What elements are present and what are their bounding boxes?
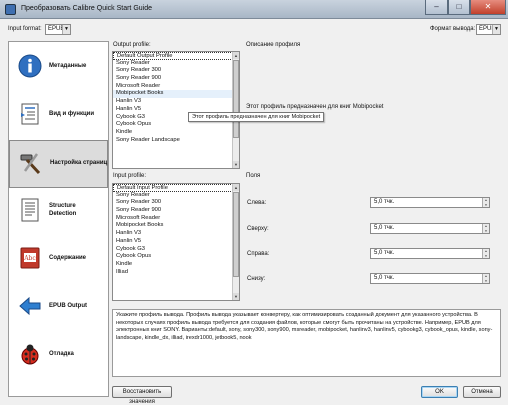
format-row: Input format: EPUB ▼ Формат вывода: EPUB…	[0, 20, 508, 38]
margins-group-label: Поля	[246, 173, 261, 179]
list-item[interactable]: Hanlin V3	[113, 230, 239, 238]
margin-left-label: Слева:	[247, 200, 267, 206]
chevron-down-icon: ▼	[492, 25, 500, 34]
list-item[interactable]: Cybook Opus	[113, 253, 239, 261]
list-item[interactable]: Sony Reader 300	[113, 67, 239, 75]
input-format-label: Input format:	[8, 26, 42, 32]
profile-description-label: Описание профиля	[246, 42, 301, 48]
info-icon	[18, 54, 42, 78]
list-item[interactable]: Default Output Profile	[113, 52, 239, 60]
profile-description-text: Этот профиль предназначен для книг Mobip…	[246, 104, 384, 110]
svg-text:Abc: Abc	[23, 255, 36, 262]
list-item[interactable]: Microsoft Reader	[113, 215, 239, 223]
list-item[interactable]: Kindle	[113, 261, 239, 269]
arrow-left-icon	[19, 296, 41, 316]
list-item[interactable]: Hanlin V3	[113, 98, 239, 106]
restore-defaults-button[interactable]: Восстановить значения	[112, 386, 172, 405]
list-item[interactable]: Default Input Profile	[113, 184, 239, 192]
ok-button[interactable]: OK	[421, 386, 458, 398]
margin-right-spinbox[interactable]: 5,0 тчк. ▲ ▼	[370, 248, 490, 259]
list-item[interactable]: Sony Reader Landscape	[113, 137, 239, 145]
sidebar-item-epub-output[interactable]: EPUB Output	[9, 284, 108, 332]
input-profile-scrollbar[interactable]: ▲ ▼	[232, 184, 239, 300]
window-title: Преобразовать Calibre Quick Start Guide	[21, 5, 152, 12]
sidebar: Метаданные Вид и функции Настройка стран…	[8, 41, 109, 397]
output-profile-list[interactable]: Default Output Profile Sony Reader Sony Re…	[112, 51, 240, 169]
scroll-up-icon[interactable]: ▲	[233, 184, 239, 191]
margin-top-label: Сверху:	[247, 226, 269, 232]
margin-right-label: Справа:	[247, 251, 270, 257]
page-setup-tools-icon	[20, 153, 41, 175]
sidebar-item-debug[interactable]: Отладка	[9, 332, 108, 380]
table-of-contents-icon: Abc	[20, 247, 40, 269]
scrollbar-thumb[interactable]	[233, 60, 239, 138]
margin-bottom-label: Снизу:	[247, 276, 266, 282]
scroll-down-icon[interactable]: ▼	[233, 161, 239, 168]
list-item[interactable]: Sony Reader 900	[113, 207, 239, 215]
ladybug-icon	[21, 344, 39, 365]
minimize-button[interactable]: –	[425, 0, 448, 15]
list-item[interactable]: Mobipocket Books	[113, 90, 239, 99]
list-item[interactable]: Sony Reader 300	[113, 199, 239, 207]
margin-bottom-spinbox[interactable]: 5,0 тчк. ▲ ▼	[370, 273, 490, 284]
document-structure-icon	[21, 198, 39, 222]
list-item[interactable]: Sony Reader	[113, 60, 239, 68]
title-bar: Преобразовать Calibre Quick Start Guide …	[0, 0, 508, 19]
list-item[interactable]: Sony Reader 900	[113, 75, 239, 83]
sidebar-item-look-and-feel[interactable]: Вид и функции	[9, 92, 108, 140]
sidebar-item-label: Отладка	[49, 351, 74, 357]
list-item[interactable]: Illiad	[113, 269, 239, 277]
profile-tooltip: Этот профиль предназначен для книг Mobip…	[188, 112, 325, 122]
sidebar-item-label: EPUB Output	[49, 303, 87, 309]
sidebar-item-label: Настройка страниц	[50, 160, 108, 166]
output-format-select[interactable]: EPUB ▼	[476, 24, 501, 35]
margin-left-value: 5,0 тчк.	[374, 199, 395, 205]
sidebar-item-metadata[interactable]: Метаданные	[9, 44, 108, 92]
list-item[interactable]: Mobipocket Books	[113, 222, 239, 230]
chevron-down-icon: ▼	[62, 25, 70, 34]
sidebar-item-structure-detection[interactable]: Structure Detection	[9, 188, 108, 236]
input-format-select[interactable]: EPUB ▼	[45, 24, 71, 35]
maximize-button[interactable]: □	[448, 0, 470, 15]
help-text-box: Укажите профиль вывода. Профиль вывода у…	[112, 309, 501, 377]
list-item[interactable]: Cybook G3	[113, 246, 239, 254]
list-item[interactable]: Hanlin V5	[113, 238, 239, 246]
list-item[interactable]: Microsoft Reader	[113, 83, 239, 91]
calibre-app-icon	[5, 4, 16, 15]
spin-arrows-icon[interactable]: ▲ ▼	[482, 224, 489, 233]
spin-arrows-icon[interactable]: ▲ ▼	[482, 249, 489, 258]
input-profile-list[interactable]: Default Input Profile Sony Reader Sony Rea…	[112, 183, 240, 301]
list-item[interactable]: Sony Reader	[113, 192, 239, 200]
sidebar-item-page-setup[interactable]: Настройка страниц	[9, 140, 108, 188]
margin-top-spinbox[interactable]: 5,0 тчк. ▲ ▼	[370, 223, 490, 234]
sidebar-item-label: Structure Detection	[49, 203, 77, 217]
scrollbar-thumb[interactable]	[233, 192, 239, 277]
sidebar-item-toc[interactable]: Abc Содержание	[9, 236, 108, 284]
cancel-button[interactable]: Отмена	[463, 386, 501, 398]
scroll-down-icon[interactable]: ▼	[233, 293, 239, 300]
input-profile-label: Input profile:	[113, 173, 147, 179]
spin-arrows-icon[interactable]: ▲ ▼	[482, 198, 489, 207]
spin-arrows-icon[interactable]: ▲ ▼	[482, 274, 489, 283]
sidebar-item-label: Метаданные	[49, 63, 87, 69]
margin-bottom-value: 5,0 тчк.	[374, 275, 395, 281]
output-format-label: Формат вывода:	[430, 26, 476, 32]
list-item[interactable]: Kindle	[113, 129, 239, 137]
sidebar-item-label: Содержание	[49, 255, 86, 261]
output-profile-label: Output profile:	[113, 42, 151, 48]
sidebar-item-label: Вид и функции	[49, 111, 95, 117]
look-and-feel-icon	[21, 103, 39, 125]
output-profile-scrollbar[interactable]: ▲ ▼	[232, 52, 239, 168]
margin-left-spinbox[interactable]: 5,0 тчк. ▲ ▼	[370, 197, 490, 208]
margin-top-value: 5,0 тчк.	[374, 225, 395, 231]
margin-right-value: 5,0 тчк.	[374, 250, 395, 256]
scroll-up-icon[interactable]: ▲	[233, 52, 239, 59]
close-button[interactable]: ✕	[470, 0, 506, 15]
list-item[interactable]: Cybook Opus	[113, 121, 239, 129]
